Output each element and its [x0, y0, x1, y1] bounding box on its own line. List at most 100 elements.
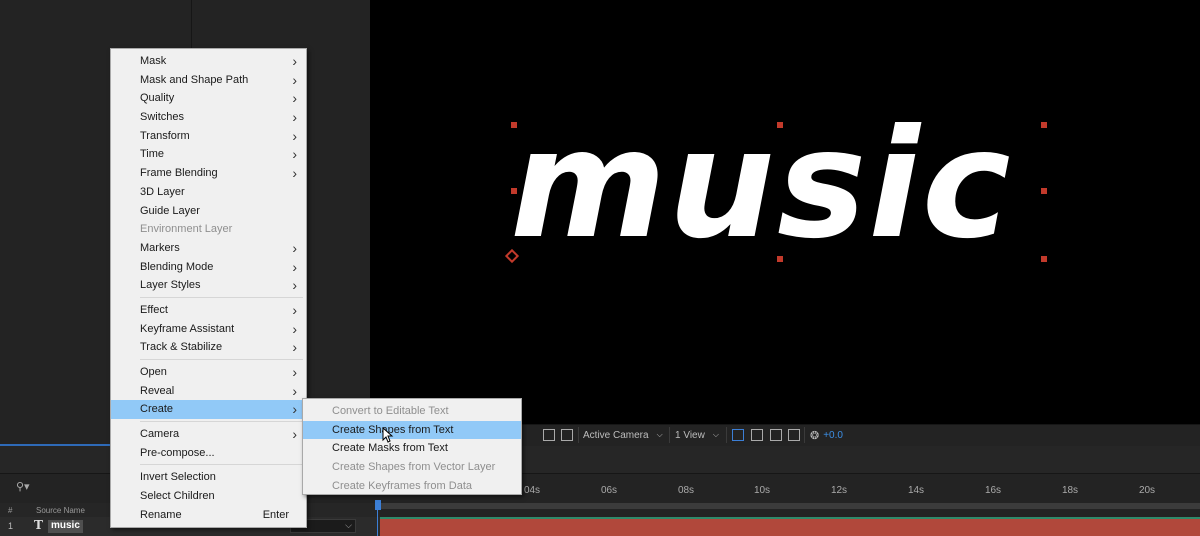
menu-item-create-shapes-from-vector-layer: Create Shapes from Vector Layer: [303, 458, 521, 477]
layer-name[interactable]: music: [48, 520, 83, 533]
submenu-arrow-icon: ›: [292, 127, 297, 144]
bounding-box-handle[interactable]: [511, 188, 517, 194]
menu-item-camera[interactable]: Camera ›: [111, 425, 306, 444]
transparency-grid-icon[interactable]: [561, 429, 573, 441]
menu-item-layer-styles[interactable]: Layer Styles ›: [111, 276, 306, 295]
menu-item-label: Mask: [140, 55, 167, 67]
menu-item-label: Effect: [140, 303, 168, 316]
menu-item-mask-and-shape-path[interactable]: Mask and Shape Path ›: [111, 71, 306, 90]
text-layer-icon: T: [34, 518, 43, 532]
toolbar-divider: [578, 427, 579, 443]
create-submenu: Convert to Editable Text Create Shapes fr…: [302, 398, 522, 495]
menu-item-label: Quality: [140, 92, 175, 105]
active-camera-label: Active Camera: [583, 429, 649, 441]
layer-duration-bar[interactable]: [380, 517, 1200, 536]
menu-item-label: Rename: [140, 508, 182, 521]
menu-item-create-masks-from-text[interactable]: Create Masks from Text: [303, 439, 521, 458]
current-time-indicator[interactable]: [375, 500, 381, 510]
submenu-arrow-icon: ›: [292, 320, 297, 337]
submenu-arrow-icon: ›: [292, 301, 297, 318]
menu-item-transform[interactable]: Transform ›: [111, 127, 306, 146]
menu-item-create-shapes-from-text[interactable]: Create Shapes from Text: [303, 420, 521, 440]
submenu-arrow-icon: ›: [292, 364, 297, 380]
menu-item-label: Switches: [140, 111, 185, 124]
toggle-pixel-aspect-icon[interactable]: [732, 429, 744, 441]
views-select[interactable]: 1 View ⌵: [675, 428, 719, 442]
submenu-arrow-icon: ›: [292, 109, 297, 126]
bounding-box-handle[interactable]: [1041, 188, 1047, 194]
menu-item-mask[interactable]: Mask ›: [111, 52, 306, 71]
menu-item-label: Layer Styles: [140, 279, 201, 292]
menu-item-label: Mask and Shape Path: [140, 73, 249, 86]
menu-item-create[interactable]: Create ›: [111, 400, 306, 420]
menu-item-label: Keyframe Assistant: [140, 322, 235, 335]
menu-item-label: Invert Selection: [140, 471, 216, 484]
toolbar-divider: [726, 427, 727, 443]
menu-item-select-children[interactable]: Select Children: [111, 487, 306, 506]
bounding-box-handle[interactable]: [1041, 256, 1047, 262]
menu-item-reveal[interactable]: Reveal ›: [111, 382, 306, 401]
bounding-box-handle[interactable]: [777, 256, 783, 262]
toolbar-divider: [804, 427, 805, 443]
submenu-arrow-icon: ›: [292, 71, 297, 88]
layer-index: 1: [8, 521, 14, 531]
menu-item-label: Create Shapes from Vector Layer: [332, 461, 496, 474]
menu-item-label: Create Keyframes from Data: [332, 479, 472, 492]
menu-item-quality[interactable]: Quality ›: [111, 89, 306, 108]
menu-item-label: Blending Mode: [140, 260, 214, 273]
menu-item-pre-compose[interactable]: Pre-compose...: [111, 444, 306, 463]
chevron-down-icon: ⌵: [712, 430, 719, 439]
menu-item-frame-blending[interactable]: Frame Blending ›: [111, 164, 306, 183]
menu-item-3d-layer[interactable]: 3D Layer: [111, 183, 306, 202]
submenu-arrow-icon: ›: [292, 165, 297, 182]
menu-item-guide-layer[interactable]: Guide Layer: [111, 202, 306, 221]
num-column-header: #: [8, 506, 13, 515]
mouse-pointer-icon: [382, 427, 394, 443]
menu-item-blending-mode[interactable]: Blending Mode ›: [111, 258, 306, 277]
ruler-tick-label: 06s: [600, 485, 618, 496]
menu-item-track-stabilize[interactable]: Track & Stabilize ›: [111, 338, 306, 357]
ruler-tick-label: 10s: [753, 485, 771, 496]
menu-item-label: Select Children: [140, 490, 215, 503]
bounding-box-handle[interactable]: [777, 122, 783, 128]
active-camera-select[interactable]: Active Camera ⌵: [583, 428, 663, 442]
submenu-arrow-icon: ›: [292, 239, 297, 256]
menu-item-label: Pre-compose...: [140, 446, 215, 459]
menu-item-effect[interactable]: Effect ›: [111, 301, 306, 320]
ruler-tick-label: 08s: [677, 485, 695, 496]
fast-previews-icon[interactable]: [751, 429, 763, 441]
menu-item-switches[interactable]: Switches ›: [111, 108, 306, 127]
menu-item-open[interactable]: Open ›: [111, 363, 306, 382]
bounding-box-handle[interactable]: [511, 122, 517, 128]
exposure-control[interactable]: ❂ +0.0: [810, 428, 843, 442]
current-time-line: [377, 508, 378, 536]
menu-item-label: Frame Blending: [140, 167, 218, 180]
menu-item-invert-selection[interactable]: Invert Selection: [111, 468, 306, 487]
layer-context-menu: Mask › Mask and Shape Path › Quality › Switche…: [110, 48, 307, 528]
menu-item-markers[interactable]: Markers ›: [111, 239, 306, 258]
menu-item-label: 3D Layer: [140, 185, 185, 198]
menu-item-label: Create: [140, 403, 174, 416]
menu-item-label: Camera: [140, 428, 180, 441]
menu-item-environment-layer: Environment Layer: [111, 220, 306, 239]
submenu-arrow-icon: ›: [292, 90, 297, 107]
text-layer-preview[interactable]: music: [510, 110, 1013, 260]
source-name-column-header[interactable]: Source Name: [36, 506, 85, 515]
submenu-arrow-icon: ›: [292, 146, 297, 163]
region-of-interest-icon[interactable]: [543, 429, 555, 441]
submenu-arrow-icon: ›: [292, 382, 297, 399]
menu-item-label: Transform: [140, 129, 190, 142]
flowchart-icon[interactable]: [788, 429, 800, 441]
ruler-tick-label: 16s: [984, 485, 1002, 496]
timeline-icon[interactable]: [770, 429, 782, 441]
menu-item-time[interactable]: Time ›: [111, 145, 306, 164]
ruler-tick-label: 20s: [1138, 485, 1156, 496]
views-label: 1 View: [675, 429, 705, 441]
menu-item-keyframe-assistant[interactable]: Keyframe Assistant ›: [111, 320, 306, 339]
search-icon[interactable]: ⚲▾: [16, 480, 30, 493]
work-area-bar[interactable]: [380, 503, 1200, 509]
menu-item-shortcut: Enter: [262, 508, 289, 521]
menu-item-rename[interactable]: Rename Enter: [111, 506, 306, 525]
menu-item-create-keyframes-from-data: Create Keyframes from Data: [303, 477, 521, 496]
bounding-box-handle[interactable]: [1041, 122, 1047, 128]
